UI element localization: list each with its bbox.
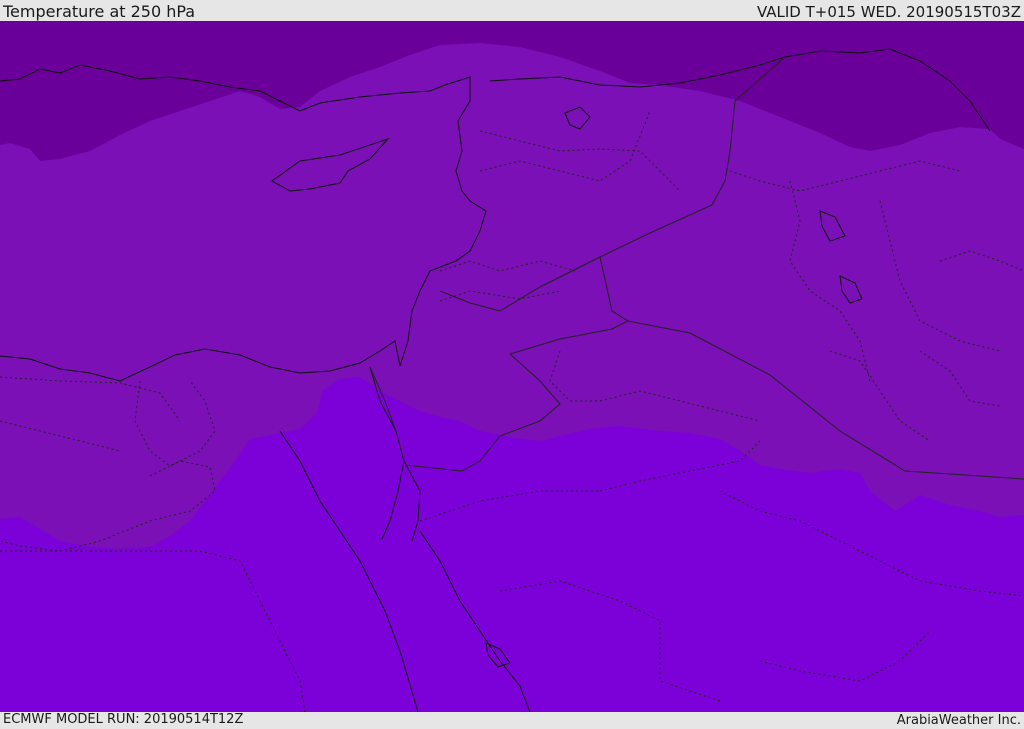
valid-time-label: VALID T+015 WED. 20190515T03Z [756,3,1021,21]
map-canvas [0,21,1024,712]
brand-label: ArabiaWeather Inc. [896,713,1021,728]
model-run-label: ECMWF MODEL RUN: 20190514T12Z [3,712,244,727]
header-bar: Temperature at 250 hPa VALID T+015 WED. … [0,0,1024,21]
footer-bar: ECMWF MODEL RUN: 20190514T12Z ArabiaWeat… [0,712,1024,729]
weather-map[interactable] [0,21,1024,712]
map-title: Temperature at 250 hPa [3,2,196,21]
